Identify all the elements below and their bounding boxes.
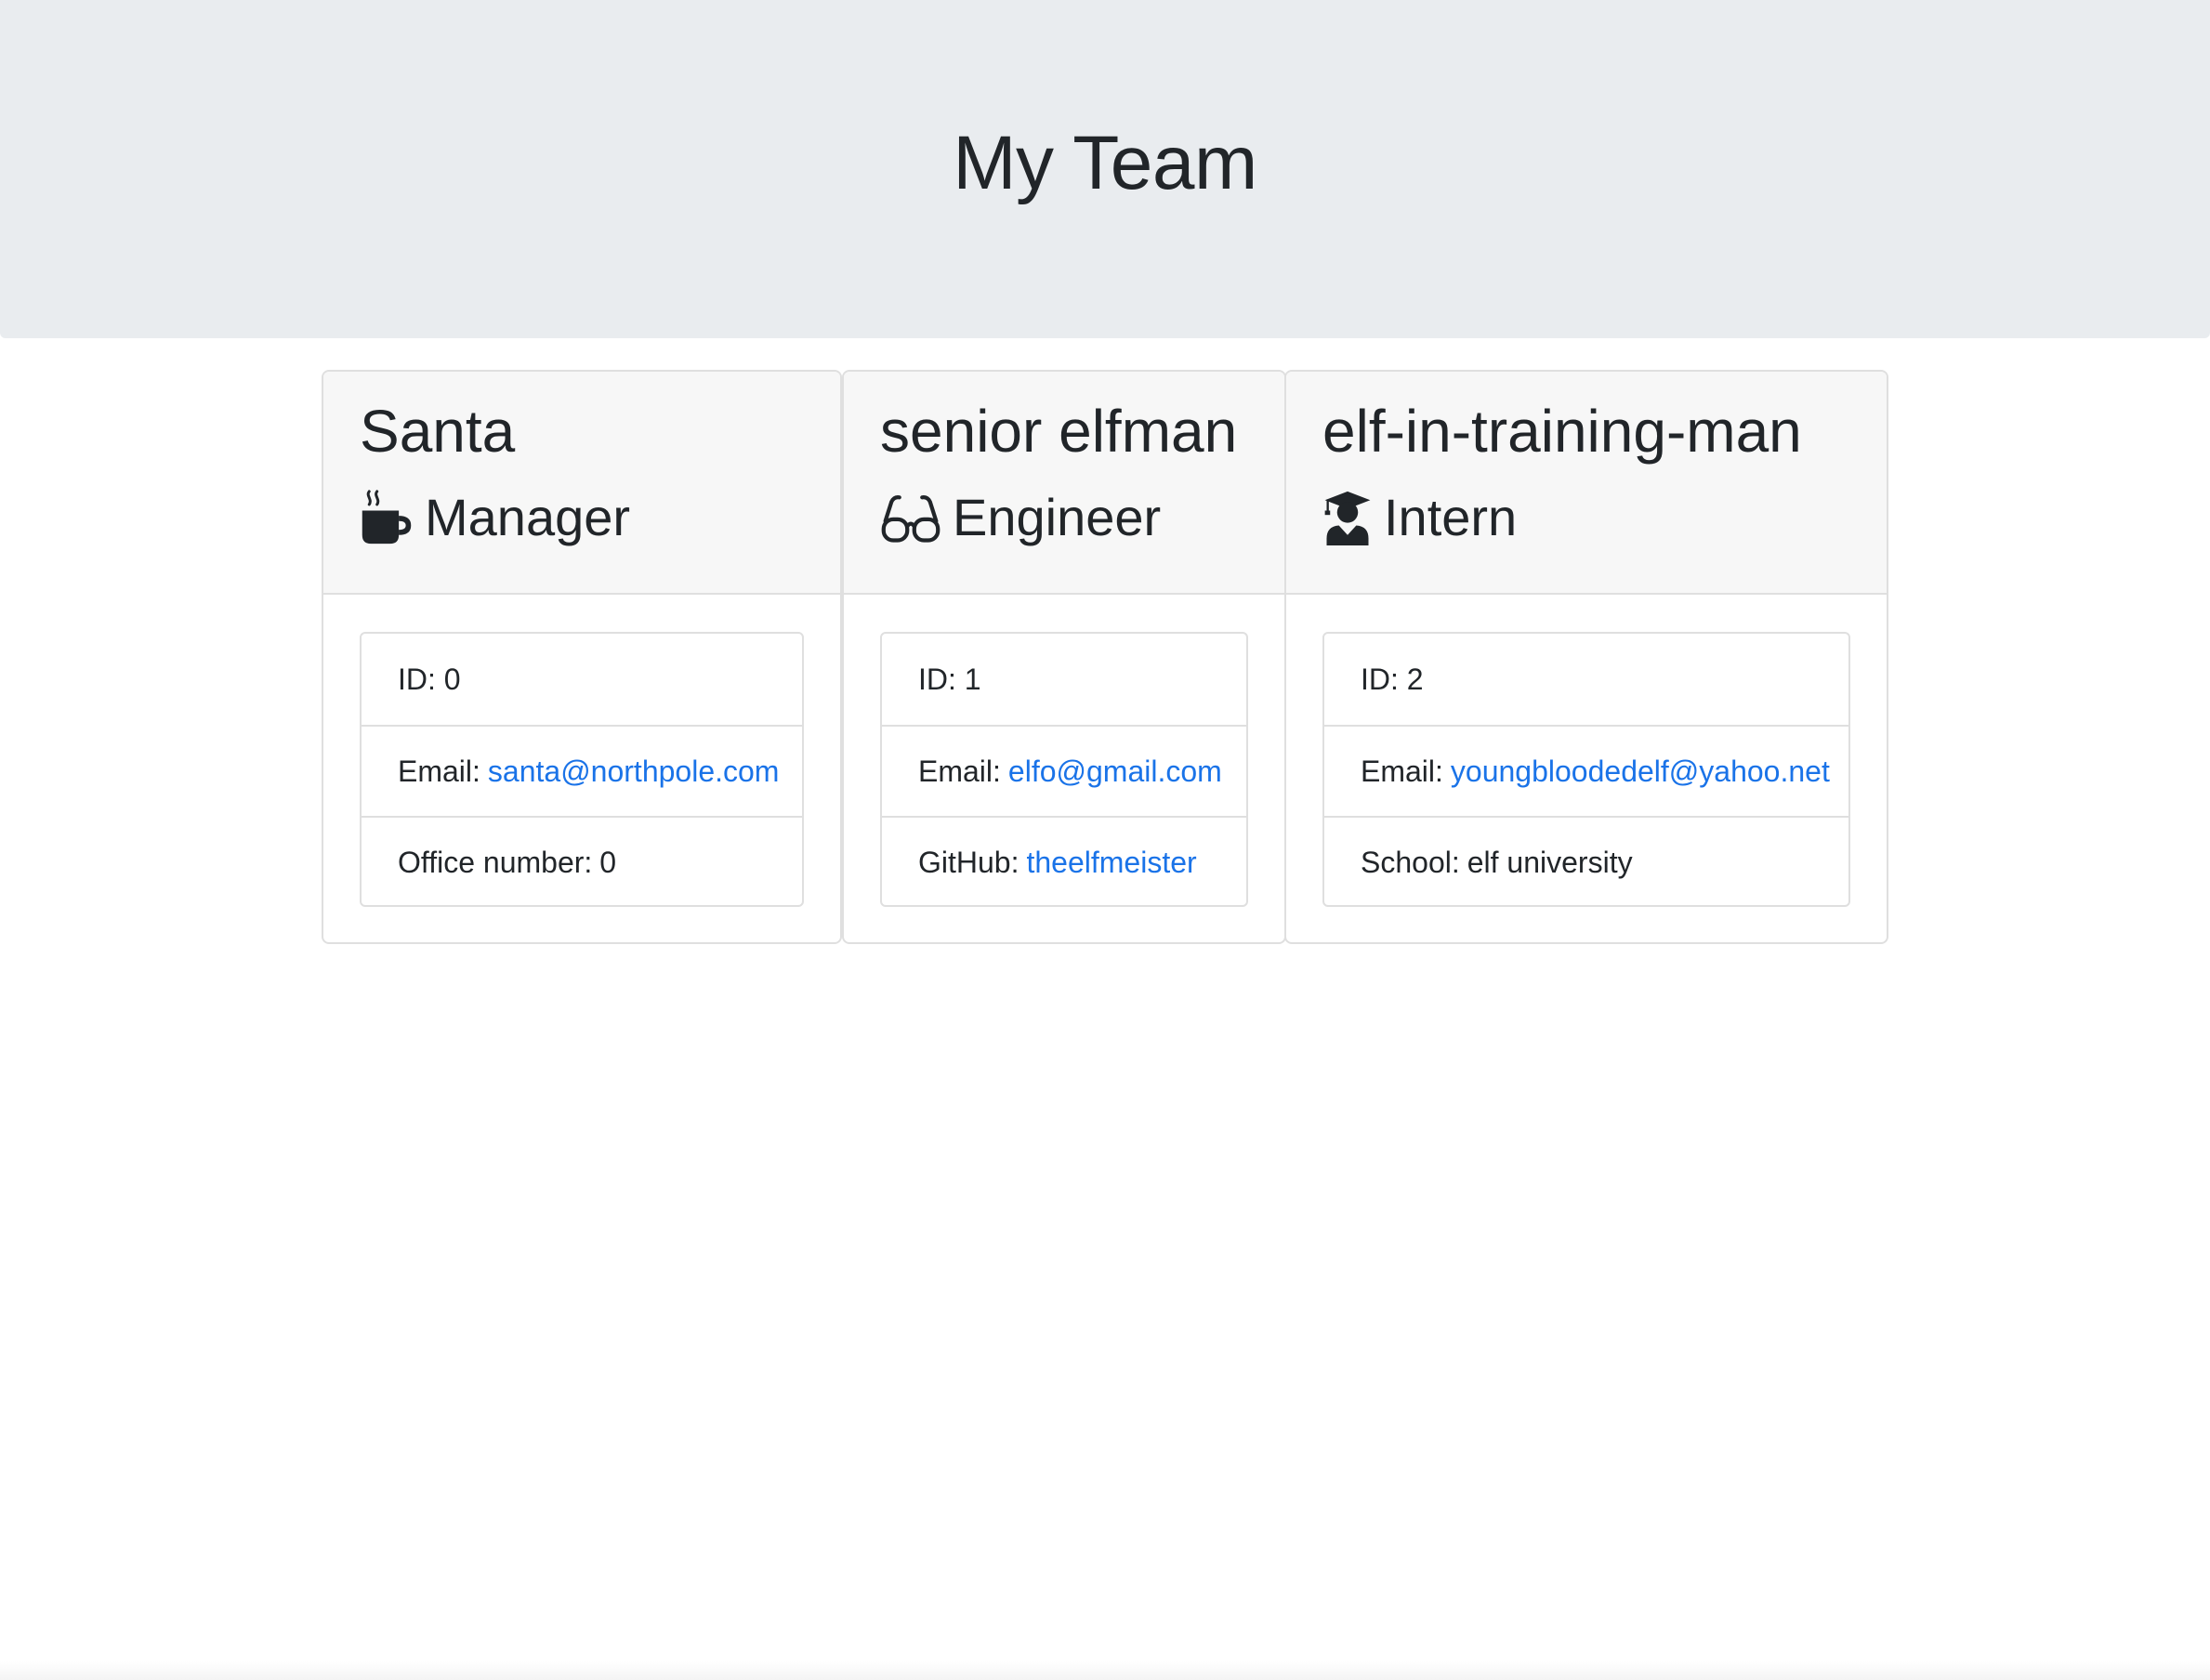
employee-id: ID: 1 xyxy=(918,662,981,696)
card-header: Santa Manager xyxy=(323,372,840,595)
employee-name: Santa xyxy=(360,398,516,465)
office-number-label: Office number: xyxy=(398,845,593,879)
employee-id: ID: 2 xyxy=(1361,662,1424,696)
mug-hot-icon xyxy=(360,490,414,545)
employee-details: ID: 0 Email: santa@northpole.com Office … xyxy=(360,632,804,907)
employee-role: Manager xyxy=(360,485,630,550)
employee-card-intern: elf-in-training-man Intern ID: 2 Email: xyxy=(1284,370,1888,944)
employee-name: senior elfman xyxy=(880,398,1238,465)
card-header: senior elfman Engineer xyxy=(844,372,1284,595)
employee-role: Engineer xyxy=(880,485,1161,550)
email-label: Email: xyxy=(918,754,1001,788)
glasses-icon xyxy=(880,490,941,545)
page-bottom-edge xyxy=(0,1661,2210,1680)
github-link[interactable]: theelfmeister xyxy=(1026,846,1196,880)
employee-id: ID: 0 xyxy=(398,662,461,696)
school-label: School: xyxy=(1361,845,1460,879)
employee-email-row: Email: santa@northpole.com xyxy=(362,725,802,816)
user-graduate-icon xyxy=(1322,490,1373,545)
office-number-value: 0 xyxy=(599,845,617,879)
school-value: elf university xyxy=(1467,845,1633,879)
page-title: My Team xyxy=(953,121,1257,205)
employee-details: ID: 2 Email: youngbloodedelf@yahoo.net S… xyxy=(1322,632,1850,907)
email-label: Email: xyxy=(398,754,480,788)
github-label: GitHub: xyxy=(918,845,1019,879)
role-label: Intern xyxy=(1384,488,1518,546)
role-label: Manager xyxy=(425,488,631,546)
office-number-row: Office number: 0 xyxy=(362,816,802,905)
employee-role: Intern xyxy=(1322,485,1517,550)
employee-card-manager: Santa Manager ID: 0 Email: santa@northpo… xyxy=(322,370,842,944)
role-label: Engineer xyxy=(953,488,1162,546)
employee-details: ID: 1 Email: elfo@gmail.com GitHub: thee… xyxy=(880,632,1248,907)
github-row: GitHub: theelfmeister xyxy=(882,816,1246,905)
card-header: elf-in-training-man Intern xyxy=(1286,372,1887,595)
page-header: My Team xyxy=(0,0,2210,338)
email-link[interactable]: santa@northpole.com xyxy=(488,755,780,789)
school-row: School: elf university xyxy=(1324,816,1848,905)
employee-email-row: Email: elfo@gmail.com xyxy=(882,725,1246,816)
email-label: Email: xyxy=(1361,754,1443,788)
employee-email-row: Email: youngbloodedelf@yahoo.net xyxy=(1324,725,1848,816)
email-link[interactable]: elfo@gmail.com xyxy=(1008,755,1222,789)
employee-card-engineer: senior elfman Engineer ID: 1 Email: elfo… xyxy=(842,370,1286,944)
employee-name: elf-in-training-man xyxy=(1322,398,1802,465)
email-link[interactable]: youngbloodedelf@yahoo.net xyxy=(1451,755,1830,789)
